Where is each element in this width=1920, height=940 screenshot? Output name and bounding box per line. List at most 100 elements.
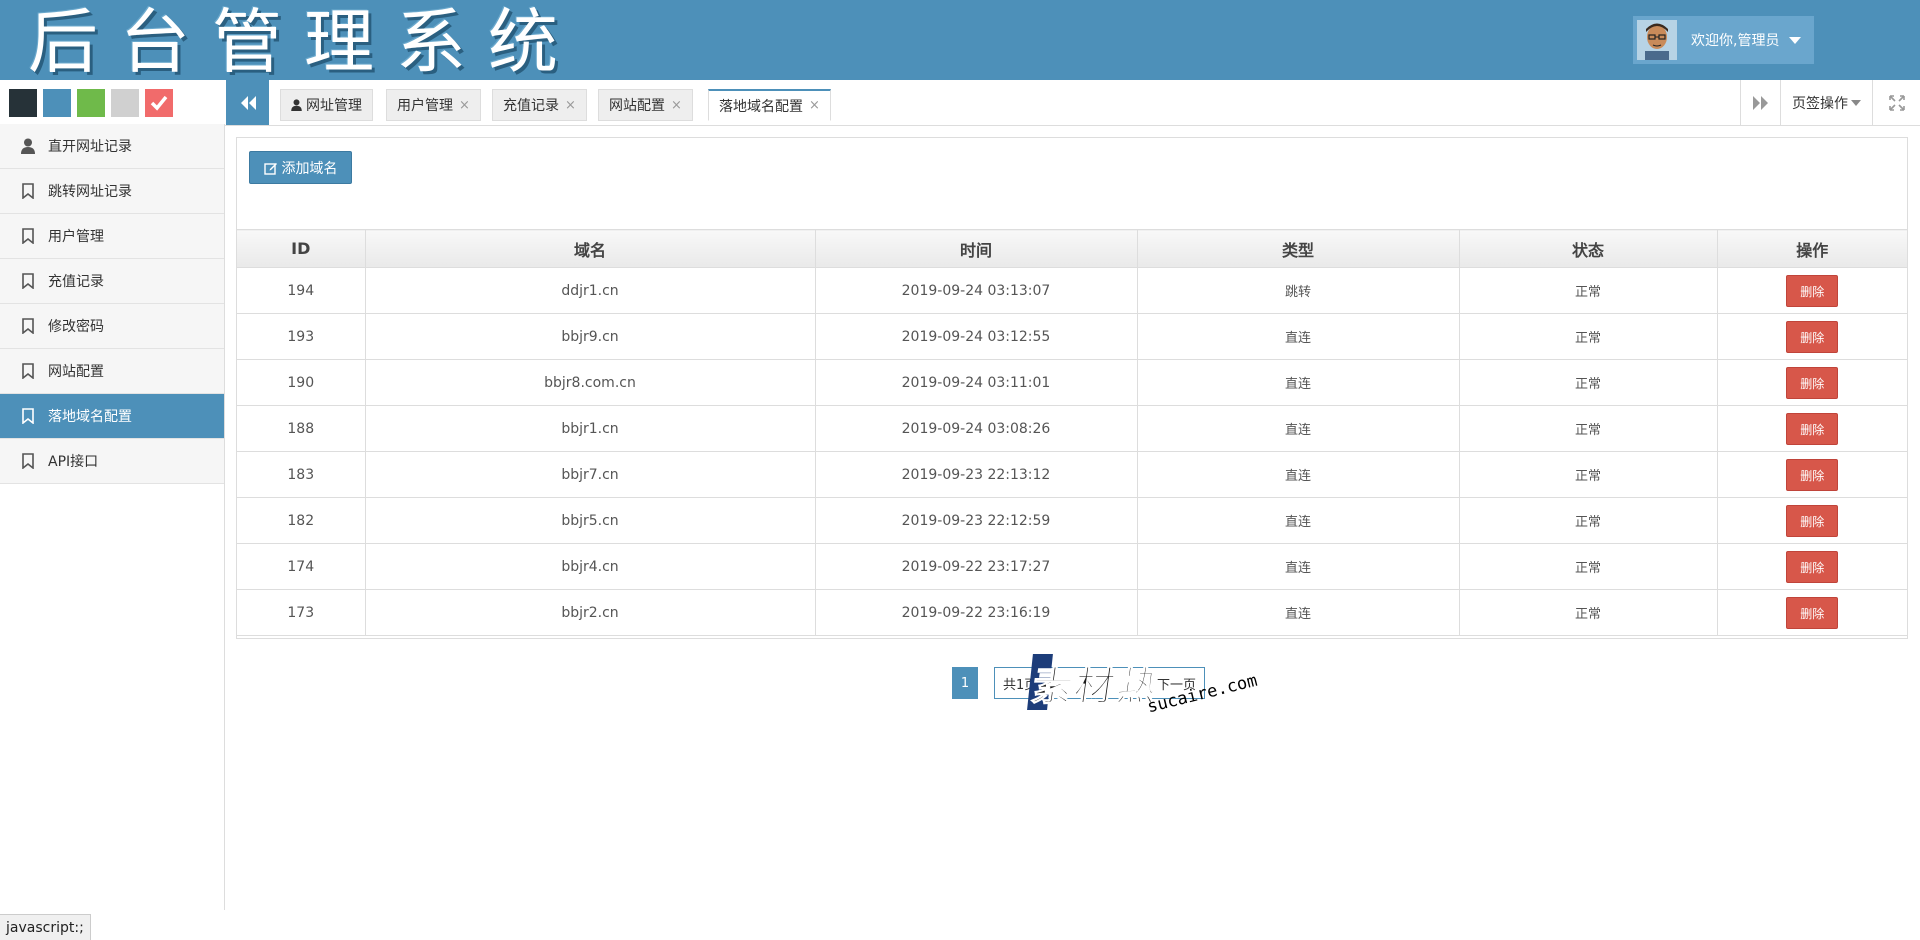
bookmark-icon (17, 183, 39, 199)
sidebar-item-api[interactable]: API接口 (0, 439, 224, 484)
sidebar-item-label: 充值记录 (48, 274, 104, 290)
cell-type: 直连 (1137, 405, 1460, 452)
cell-domain: bbjr9.cn (365, 313, 816, 360)
delete-button[interactable]: 删除 (1786, 550, 1839, 583)
table-header-row: ID 域名 时间 类型 状态 操作 (237, 229, 1907, 268)
double-chevron-right-icon (1752, 95, 1768, 110)
theme-swatch-gray[interactable] (111, 89, 139, 117)
cell-id: 194 (237, 267, 366, 314)
column-header-id: ID (237, 229, 366, 268)
delete-button[interactable]: 删除 (1786, 596, 1839, 629)
delete-button[interactable]: 删除 (1786, 458, 1839, 491)
sidebar-item-recharge-records[interactable]: 充值记录 (0, 259, 224, 304)
table-row: 174 bbjr4.cn 2019-09-22 23:17:27 直连 正常 删… (237, 543, 1907, 590)
cell-action: 删除 (1717, 313, 1907, 360)
delete-button[interactable]: 删除 (1786, 504, 1839, 537)
watermark-logo: 素材熱 sucaire.com (1027, 654, 1280, 717)
theme-swatch-green[interactable] (77, 89, 105, 117)
cell-status: 正常 (1459, 405, 1718, 452)
cell-status: 正常 (1459, 313, 1718, 360)
cell-id: 182 (237, 497, 366, 544)
close-icon[interactable]: × (809, 98, 820, 113)
sidebar: 直开网址记录 跳转网址记录 用户管理 充值记录 修改密码 网站配置 落地域名配置… (0, 124, 225, 910)
theme-swatch-blue[interactable] (43, 89, 71, 117)
theme-swatch-red[interactable] (145, 89, 173, 117)
fullscreen-icon (1888, 94, 1905, 111)
delete-button[interactable]: 删除 (1786, 274, 1839, 307)
cell-action: 删除 (1717, 405, 1907, 452)
table-row: 182 bbjr5.cn 2019-09-23 22:12:59 直连 正常 删… (237, 497, 1907, 544)
table-row: 188 bbjr1.cn 2019-09-24 03:08:26 直连 正常 删… (237, 405, 1907, 452)
cell-status: 正常 (1459, 359, 1718, 406)
tab-recharge-records[interactable]: 充值记录 × (492, 89, 587, 121)
cell-status: 正常 (1459, 451, 1718, 498)
theme-swatch-dark[interactable] (9, 89, 37, 117)
domain-table: ID 域名 时间 类型 状态 操作 194 ddjr1.cn 2019-09-2… (237, 229, 1907, 636)
cell-time: 2019-09-24 03:13:07 (815, 267, 1138, 314)
cell-domain: bbjr8.com.cn (365, 359, 816, 406)
cell-domain: bbjr1.cn (365, 405, 816, 452)
tab-landing-domain-config[interactable]: 落地域名配置 × (708, 89, 831, 121)
cell-domain: bbjr4.cn (365, 543, 816, 590)
sidebar-item-direct-url-records[interactable]: 直开网址记录 (0, 124, 224, 169)
user-icon (291, 99, 302, 111)
app-title: 后台管理系统 (28, 1, 580, 83)
delete-button[interactable]: 删除 (1786, 412, 1839, 445)
cell-id: 193 (237, 313, 366, 360)
user-icon (17, 138, 39, 154)
cell-type: 直连 (1137, 451, 1460, 498)
close-icon[interactable]: × (671, 98, 682, 113)
content-panel: 添加域名 ID 域名 时间 类型 状态 操作 194 ddjr1.cn 2019… (236, 137, 1908, 639)
sidebar-item-user-management[interactable]: 用户管理 (0, 214, 224, 259)
cell-status: 正常 (1459, 543, 1718, 590)
delete-button[interactable]: 删除 (1786, 320, 1839, 353)
cell-time: 2019-09-23 22:12:59 (815, 497, 1138, 544)
tab-user-management[interactable]: 用户管理 × (386, 89, 481, 121)
tab-label: 网站配置 (609, 98, 665, 114)
delete-button[interactable]: 删除 (1786, 366, 1839, 399)
table-row: 190 bbjr8.com.cn 2019-09-24 03:11:01 直连 … (237, 359, 1907, 406)
close-icon[interactable]: × (459, 98, 470, 113)
close-icon[interactable]: × (565, 98, 576, 113)
tab-url-management[interactable]: 网址管理 (280, 89, 373, 121)
page-ops-dropdown[interactable]: 页签操作 (1780, 80, 1872, 125)
tab-label: 用户管理 (397, 98, 453, 114)
check-icon (150, 95, 168, 111)
tab-site-config[interactable]: 网站配置 × (598, 89, 693, 121)
column-header-time: 时间 (815, 229, 1138, 268)
cell-time: 2019-09-22 23:17:27 (815, 543, 1138, 590)
add-domain-label: 添加域名 (281, 160, 338, 177)
table-row: 183 bbjr7.cn 2019-09-23 22:13:12 直连 正常 删… (237, 451, 1907, 498)
collapse-sidebar-button[interactable] (226, 80, 269, 125)
table-row: 173 bbjr2.cn 2019-09-22 23:16:19 直连 正常 删… (237, 589, 1907, 636)
bookmark-icon (17, 273, 39, 289)
cell-status: 正常 (1459, 497, 1718, 544)
tab-bar: 网址管理 用户管理 × 充值记录 × 网站配置 × 落地域名配置 × 页签操作 (225, 80, 1920, 126)
fullscreen-button[interactable] (1872, 80, 1920, 125)
column-header-status: 状态 (1459, 229, 1718, 268)
cell-id: 190 (237, 359, 366, 406)
double-chevron-left-icon (240, 95, 256, 110)
page-number-current[interactable]: 1 (952, 667, 978, 699)
sidebar-item-landing-domain-config[interactable]: 落地域名配置 (0, 394, 224, 439)
scroll-tabs-right-button[interactable] (1740, 80, 1780, 125)
bookmark-icon (17, 363, 39, 379)
cell-time: 2019-09-23 22:13:12 (815, 451, 1138, 498)
cell-domain: ddjr1.cn (365, 267, 816, 314)
sidebar-item-redirect-url-records[interactable]: 跳转网址记录 (0, 169, 224, 214)
cell-type: 直连 (1137, 589, 1460, 636)
cell-id: 188 (237, 405, 366, 452)
cell-id: 173 (237, 589, 366, 636)
sidebar-item-site-config[interactable]: 网站配置 (0, 349, 224, 394)
cell-domain: bbjr2.cn (365, 589, 816, 636)
cell-action: 删除 (1717, 451, 1907, 498)
add-domain-button[interactable]: 添加域名 (249, 151, 352, 184)
top-header: 后台管理系统 欢迎你,管理员 (0, 0, 1920, 83)
cell-id: 174 (237, 543, 366, 590)
sidebar-item-change-password[interactable]: 修改密码 (0, 304, 224, 349)
user-menu[interactable]: 欢迎你,管理员 (1633, 16, 1814, 64)
cell-type: 直连 (1137, 313, 1460, 360)
tab-label: 充值记录 (503, 98, 559, 114)
chevron-down-icon (1789, 36, 1802, 44)
column-header-type: 类型 (1137, 229, 1460, 268)
